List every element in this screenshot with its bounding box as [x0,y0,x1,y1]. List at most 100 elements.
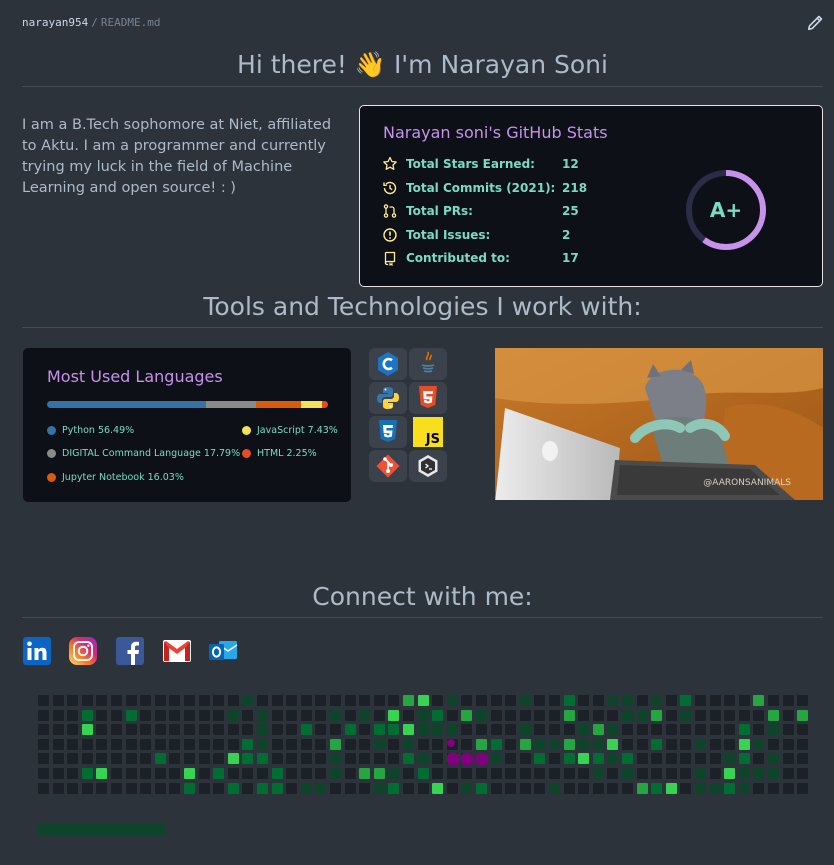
breadcrumb-owner[interactable]: narayan954 [22,16,88,29]
contribution-cell [154,753,166,765]
contribution-cell [300,782,312,794]
contribution-cell [782,724,794,736]
contribution-cell [519,695,531,706]
contribution-cell [549,695,560,706]
bash-icon[interactable] [409,450,447,482]
stat-value: 12 [562,157,579,171]
rank-circle: A+ [686,170,766,250]
contribution-cell [213,724,225,736]
contribution-cell [242,782,254,794]
gmail-icon[interactable] [162,637,192,665]
contribution-cell [359,724,371,736]
contribution-cell [665,738,677,750]
contribution-cell [563,768,575,779]
contribution-cell [680,709,692,721]
html5-icon[interactable] [409,382,447,414]
contribution-cell [359,738,371,750]
readme-header: narayan954/README.md [0,0,834,44]
contribution-cell [563,695,575,706]
contribution-cell [622,738,633,750]
contribution-cell [695,724,706,736]
java-icon[interactable] [409,348,447,380]
contribution-cell [695,709,706,721]
stat-label: Total Issues: [406,228,491,242]
pencil-icon[interactable] [806,14,824,32]
javascript-icon[interactable]: JS [409,416,447,448]
language-dot [242,426,251,435]
contribution-cell [782,738,794,750]
contribution-cell [578,738,590,750]
contribution-cell [227,695,239,706]
contribution-cell [461,709,473,721]
contribution-cell [271,738,283,750]
stat-row-commits: Total Commits (2021): 218 [382,179,587,197]
contribution-cell [490,724,502,736]
contribution-cell [286,738,298,750]
contribution-cell [578,695,590,706]
contribution-cell [388,782,400,794]
contribution-cell [81,724,93,736]
contribution-cell [300,695,312,706]
contribution-cell [549,753,560,765]
contribution-cell [592,709,604,721]
contribution-cell [417,738,429,750]
contribution-cell [651,724,663,736]
contribution-cell [519,753,531,765]
contribution-cell [271,782,283,794]
language-item: JavaScript 7.43% [242,425,338,436]
contribution-cell [286,724,298,736]
contribution-cell [768,724,779,736]
contribution-cell [695,695,706,706]
contribution-cell [578,709,590,721]
contribution-cell [403,738,414,750]
snake-segment [446,753,459,766]
pull-request-icon [383,204,397,218]
c-icon[interactable] [369,348,407,380]
breadcrumb: narayan954/README.md [22,16,160,29]
contribution-cell [490,768,502,779]
contribution-cell [651,738,663,750]
contribution-cell [695,738,706,750]
contribution-cell [330,768,341,779]
contribution-cell [38,768,49,779]
contribution-cell [636,738,648,750]
contribution-cell [198,768,210,779]
contribution-cell [140,695,152,706]
contribution-cell [271,695,283,706]
contribution-cell [724,709,736,721]
repo-icon [384,251,396,266]
language-bar-segment [300,401,322,408]
contribution-cell [461,782,473,794]
contribution-cell [636,782,648,794]
contribution-cell [403,782,414,794]
contribution-cell [622,695,633,706]
contribution-cell [373,709,385,721]
contribution-cell [563,709,575,721]
outlook-icon[interactable] [208,637,238,665]
contribution-cell [154,695,166,706]
contribution-cell [359,695,371,706]
instagram-icon[interactable] [68,637,98,665]
contribution-cell [184,709,195,721]
contribution-cell [695,782,706,794]
stat-label: Total Commits (2021): [406,181,556,195]
stat-value: 17 [562,251,579,265]
contribution-cell [227,724,239,736]
contribution-cell [388,768,400,779]
contribution-cell [768,768,779,779]
contribution-cell [96,753,108,765]
python-icon[interactable] [369,382,407,414]
tools-heading: Tools and Technologies I work with: [22,292,823,328]
facebook-icon[interactable] [115,637,145,665]
linkedin-icon[interactable] [22,637,52,665]
contribution-cell [359,709,371,721]
contribution-cell [738,724,750,736]
language-dot [47,449,56,458]
contribution-cell [154,724,166,736]
top-languages-card[interactable]: Most Used Languages Python 56.49% DIGITA… [23,348,351,502]
contribution-cell [476,782,487,794]
css3-icon[interactable] [369,416,407,448]
github-stats-card[interactable]: Narayan soni's GitHub Stats Total Stars … [359,105,823,287]
git-icon[interactable] [369,450,407,482]
contribution-cell [490,695,502,706]
